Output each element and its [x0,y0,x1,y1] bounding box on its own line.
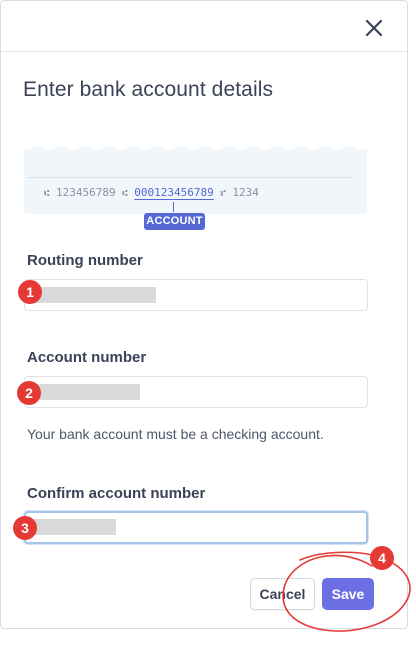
account-pointer [173,202,174,212]
redacted-value [31,287,156,303]
step-marker-4: 4 [370,546,394,570]
check-account-digits: 000123456789 [134,186,214,199]
account-badge: ACCOUNT [144,213,205,230]
check-routing-digits: 123456789 [56,186,116,199]
check-torn-edge [24,142,367,150]
close-icon [365,19,383,37]
redacted-value [31,519,116,535]
save-button[interactable]: Save [322,578,374,610]
check-number-digits: 1234 [232,186,259,199]
account-number-input[interactable] [24,376,368,408]
step-marker-3: 3 [13,516,37,540]
check-signature-line [27,177,353,178]
close-button[interactable] [357,11,391,45]
redacted-value [31,384,140,400]
cancel-button[interactable]: Cancel [250,578,315,610]
dialog-title: Enter bank account details [23,78,274,101]
on-us-symbol-icon: ⑈ [220,189,226,199]
routing-symbol-icon: ⑆ [122,189,128,199]
routing-number-label: Routing number [27,252,143,269]
dialog-header [1,1,407,52]
step-marker-1: 1 [18,280,42,304]
confirm-account-number-input[interactable] [24,511,368,544]
check-micr-line: ⑆ 123456789 ⑆ 000123456789 ⑈ 1234 [44,186,259,199]
confirm-account-number-label: Confirm account number [27,485,206,502]
account-number-label: Account number [27,349,147,366]
checking-account-hint: Your bank account must be a checking acc… [27,426,324,442]
step-marker-2: 2 [17,381,41,405]
check-illustration [24,142,367,214]
routing-number-input[interactable] [24,279,368,311]
routing-symbol-icon: ⑆ [44,189,50,199]
